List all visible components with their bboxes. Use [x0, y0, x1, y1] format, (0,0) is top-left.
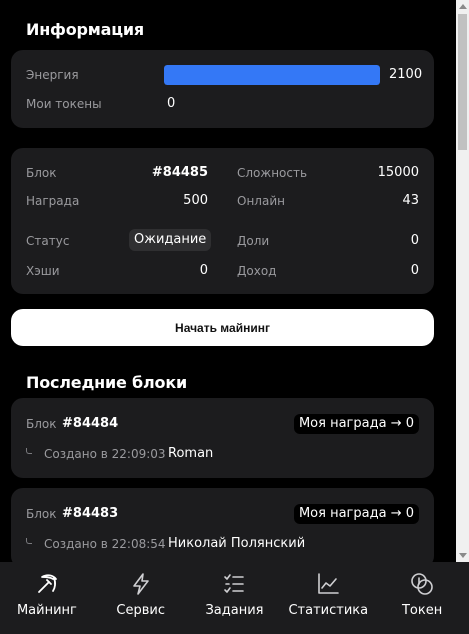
- nav-label: Сервис: [116, 603, 165, 618]
- checklist-icon: [221, 571, 247, 597]
- status-label: Статус: [26, 234, 70, 248]
- my-reward-badge: Моя награда → 0: [293, 414, 419, 434]
- recent-blocks-title: Последние блоки: [26, 373, 188, 392]
- created-time: Создано в 22:09:03: [44, 447, 166, 461]
- coins-icon: [409, 571, 435, 597]
- nav-item-service[interactable]: Сервис: [94, 562, 188, 634]
- online-value: 43: [402, 193, 419, 208]
- start-mining-button[interactable]: Начать майнинг: [11, 309, 434, 346]
- nav-label: Статистика: [288, 603, 369, 618]
- reward-label: Награда: [26, 194, 80, 208]
- block-number: #84483: [62, 506, 119, 521]
- info-title: Информация: [26, 20, 144, 39]
- list-item[interactable]: Блок #84484 Моя награда → 0 Создано в 22…: [11, 398, 434, 478]
- mining-stats-card: Блок #84485 Сложность 15000 Награда 500 …: [11, 148, 434, 294]
- nav-item-token[interactable]: Токен: [375, 562, 469, 634]
- energy-card: Энергия 2100 Мои токены 0: [11, 50, 434, 128]
- block-label: Блок: [26, 507, 57, 521]
- block-label: Блок: [26, 166, 57, 180]
- hashes-label: Хэши: [26, 264, 60, 278]
- status-badge: Ожидание: [129, 229, 212, 251]
- difficulty-label: Сложность: [237, 166, 308, 180]
- list-item[interactable]: Блок #84483 Моя награда → 0 Создано в 22…: [11, 488, 434, 562]
- nav-item-mining[interactable]: Майнинг: [0, 562, 94, 634]
- energy-bar-fill: [164, 65, 380, 85]
- block-value: #84485: [151, 165, 208, 180]
- main-content[interactable]: Информация Энергия 2100 Мои токены 0 Бло…: [0, 0, 456, 562]
- energy-value: 2100: [389, 67, 423, 82]
- shares-value: 0: [410, 233, 419, 248]
- hashes-value: 0: [199, 263, 208, 278]
- energy-label: Энергия: [26, 68, 79, 82]
- scroll-down-arrow[interactable]: [459, 553, 467, 558]
- reward-value: 500: [183, 193, 208, 208]
- nav-item-statistics[interactable]: Статистика: [281, 562, 375, 634]
- scroll-thumb[interactable]: [458, 14, 467, 150]
- scroll-up-arrow[interactable]: [459, 4, 467, 9]
- income-value: 0: [410, 263, 419, 278]
- nav-label: Токен: [401, 603, 443, 618]
- block-number: #84484: [62, 416, 119, 431]
- block-label: Блок: [26, 417, 57, 431]
- block-author: Roman: [168, 446, 214, 461]
- shares-label: Доли: [237, 234, 270, 248]
- branch-icon: [26, 538, 32, 544]
- difficulty-value: 15000: [377, 165, 419, 180]
- tokens-value: 0: [167, 96, 176, 111]
- created-time: Создано в 22:08:54: [44, 537, 166, 551]
- bottom-nav: Майнинг Сервис Задания Статистика Токен: [0, 562, 469, 634]
- online-label: Онлайн: [237, 194, 285, 208]
- lightning-icon: [128, 571, 154, 597]
- income-label: Доход: [237, 264, 277, 278]
- vertical-scrollbar[interactable]: [456, 0, 469, 562]
- nav-label: Задания: [205, 603, 264, 618]
- nav-label: Майнинг: [16, 603, 77, 618]
- pickaxe-icon: [34, 571, 60, 597]
- nav-item-tasks[interactable]: Задания: [188, 562, 282, 634]
- block-author: Николай Полянский: [168, 536, 306, 551]
- branch-icon: [26, 448, 32, 454]
- my-reward-badge: Моя награда → 0: [293, 504, 419, 524]
- chart-icon: [315, 571, 341, 597]
- tokens-label: Мои токены: [26, 97, 102, 111]
- energy-bar: [164, 65, 380, 85]
